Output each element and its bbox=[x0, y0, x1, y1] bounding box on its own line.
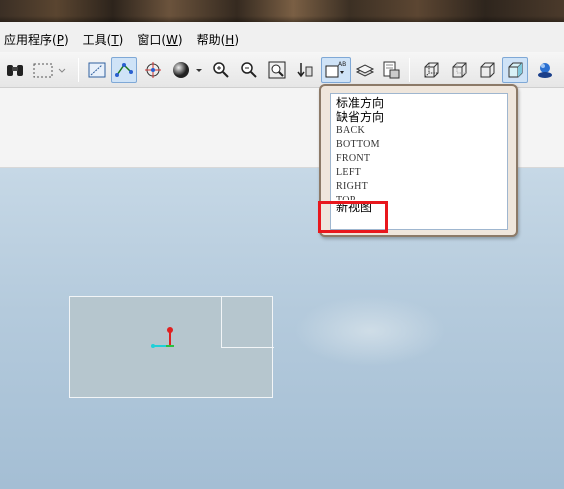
menu-window[interactable]: 窗口(W) bbox=[133, 28, 192, 52]
box-select-icon[interactable] bbox=[28, 57, 58, 83]
menu-tools[interactable]: 工具(T) bbox=[79, 28, 134, 52]
layers-icon[interactable] bbox=[352, 57, 378, 83]
shading-icon[interactable] bbox=[502, 57, 528, 83]
refit-icon[interactable] bbox=[264, 57, 290, 83]
sketch-display-icon[interactable] bbox=[84, 57, 110, 83]
spin-center-icon[interactable] bbox=[140, 57, 166, 83]
background-photo-strip bbox=[0, 0, 564, 22]
zoom-out-icon[interactable] bbox=[236, 57, 262, 83]
view-manager-icon[interactable] bbox=[378, 57, 404, 83]
saved-views-icon[interactable]: AB bbox=[321, 57, 351, 83]
wireframe-icon[interactable] bbox=[418, 57, 444, 83]
appearance-sphere-icon[interactable] bbox=[168, 57, 194, 83]
appearance-dropdown-icon[interactable] bbox=[193, 57, 205, 83]
toolbar-separator bbox=[409, 58, 410, 82]
menu-applications[interactable]: 应用程序(P) bbox=[0, 28, 79, 52]
view-item-right[interactable]: RIGHT bbox=[336, 180, 507, 194]
zoom-in-icon[interactable] bbox=[208, 57, 234, 83]
datum-points-icon[interactable] bbox=[111, 57, 137, 83]
background-blur bbox=[295, 296, 445, 366]
svg-text:AB: AB bbox=[338, 61, 346, 68]
toolbar-separator bbox=[78, 58, 79, 82]
no-hidden-icon[interactable] bbox=[474, 57, 500, 83]
view-item-left[interactable]: LEFT bbox=[336, 166, 507, 180]
part-notch-edge bbox=[221, 296, 274, 348]
view-item-standard[interactable]: 标准方向 bbox=[336, 96, 507, 110]
view-item-bottom[interactable]: BOTTOM bbox=[336, 138, 507, 152]
model-tree-icon[interactable] bbox=[532, 57, 558, 83]
coordinate-triad-icon bbox=[151, 327, 174, 348]
hidden-line-icon[interactable] bbox=[446, 57, 472, 83]
view-item-back[interactable]: BACK bbox=[336, 124, 507, 138]
view-item-default[interactable]: 缺省方向 bbox=[336, 110, 507, 124]
main-toolbar: AB bbox=[0, 52, 564, 88]
menu-help[interactable]: 帮助(H) bbox=[193, 28, 249, 52]
binoculars-icon[interactable] bbox=[2, 57, 28, 83]
menu-bar: 应用程序(P) 工具(T) 窗口(W) 帮助(H) bbox=[0, 28, 564, 52]
view-item-front[interactable]: FRONT bbox=[336, 152, 507, 166]
select-dropdown-icon[interactable] bbox=[56, 57, 68, 83]
reorient-icon[interactable] bbox=[292, 57, 318, 83]
red-highlight-box bbox=[318, 201, 388, 233]
